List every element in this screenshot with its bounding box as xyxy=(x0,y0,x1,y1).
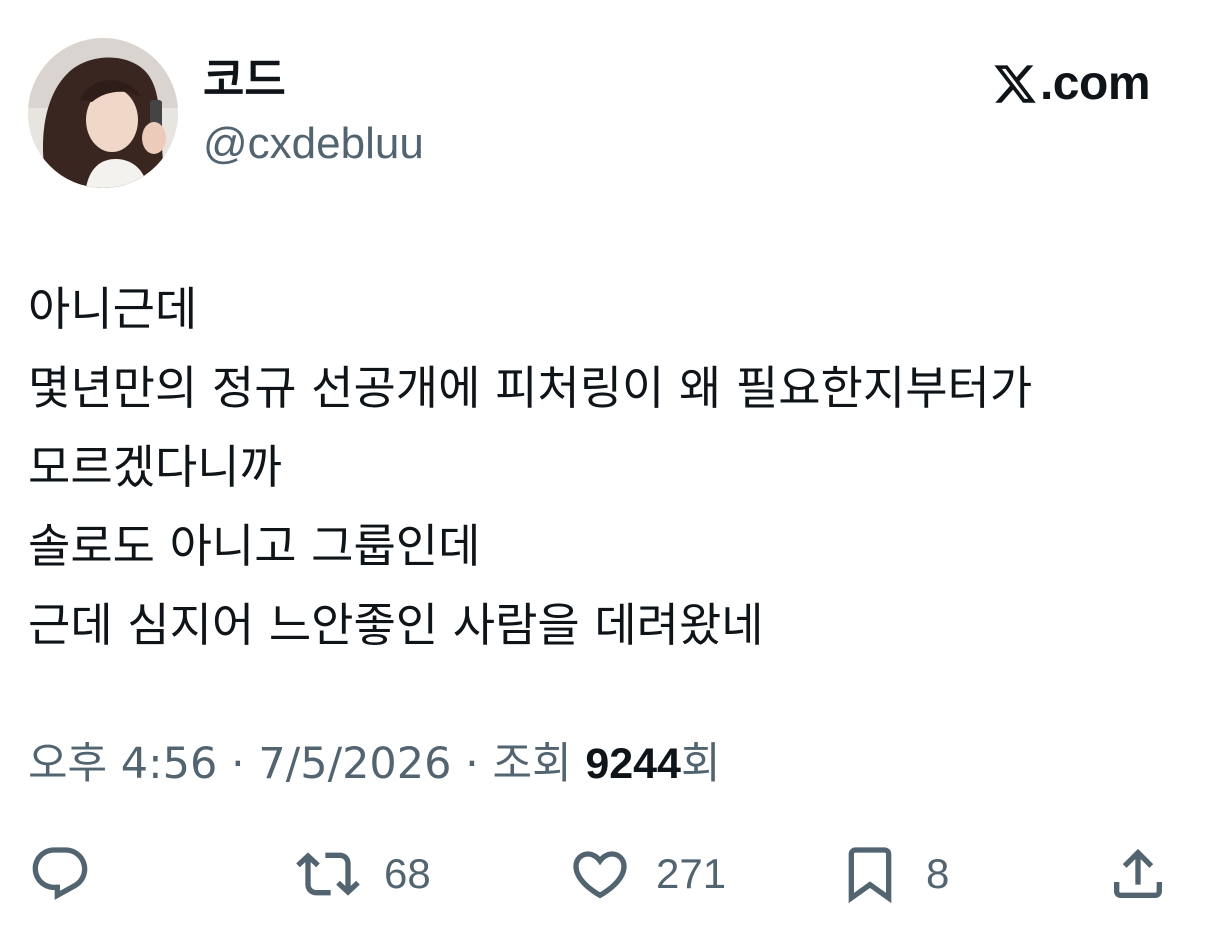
tweet-line: 솔로도 아니고 그룹인데 xyxy=(28,519,481,573)
avatar-image xyxy=(28,38,178,188)
tweet-meta: 오후 4:56 · 7/5/2026 · 조회 9244회 xyxy=(28,736,721,792)
brand-mark: .com xyxy=(992,56,1151,112)
bookmark-count: 8 xyxy=(926,850,950,897)
share-icon xyxy=(1114,848,1162,898)
views-suffix: 회 xyxy=(680,739,721,789)
retweet-icon xyxy=(296,852,360,896)
tweet-line: 근데 심지어 느안좋인 사람을 데려왔네 xyxy=(28,598,764,652)
meta-separator: · xyxy=(465,739,479,789)
heart-icon xyxy=(573,851,627,899)
tweet-line: 몇년만의 정규 선공개에 피처링이 왜 필요한지부터가 xyxy=(28,361,1033,415)
reply-button[interactable] xyxy=(28,842,92,906)
tweet-line: 모르겠다니까 xyxy=(28,440,282,494)
tweet-date[interactable]: 7/5/2026 xyxy=(258,739,451,789)
user-handle[interactable]: @cxdebluu xyxy=(203,118,424,170)
avatar[interactable] xyxy=(28,38,178,188)
bookmark-icon xyxy=(848,847,892,904)
like-count: 271 xyxy=(656,850,727,897)
like-button[interactable]: 271 xyxy=(568,842,726,906)
tweet-line: 아니근데 xyxy=(28,282,198,336)
bookmark-button[interactable]: 8 xyxy=(838,842,949,906)
meta-separator: · xyxy=(231,739,245,789)
x-logo-icon xyxy=(994,65,1036,103)
tweet-time[interactable]: 오후 4:56 xyxy=(28,739,217,789)
share-button[interactable] xyxy=(1106,842,1170,906)
brand-domain: .com xyxy=(1039,57,1151,110)
tweet-text: 아니근데 몇년만의 정규 선공개에 피처링이 왜 필요한지부터가 모르겠다니까 … xyxy=(28,270,1188,665)
views-count: 9244 xyxy=(585,740,681,788)
reply-icon xyxy=(32,847,88,900)
retweet-button[interactable]: 68 xyxy=(296,842,431,906)
retweet-count: 68 xyxy=(384,850,431,897)
views-label: 조회 xyxy=(492,739,572,789)
display-name[interactable]: 코드 xyxy=(203,54,286,106)
